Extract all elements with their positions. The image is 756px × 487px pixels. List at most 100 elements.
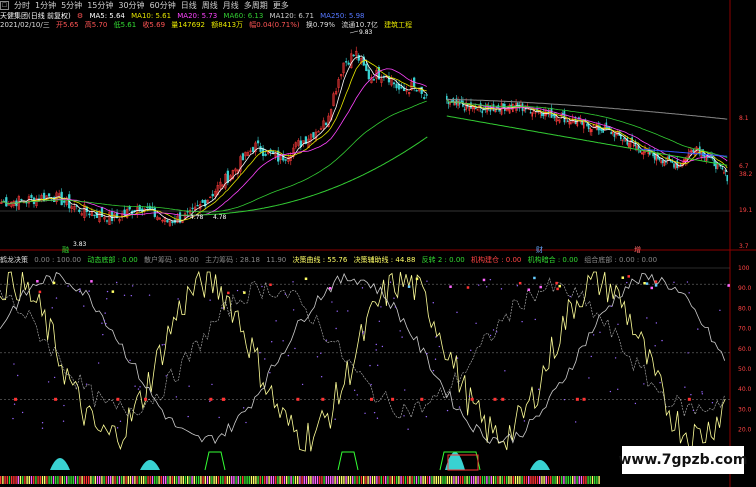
ind-red-marker bbox=[321, 397, 325, 401]
chart-canvas[interactable]: 9.83 3.83 4.78 4.78 8.1 6.738.2 19.1 3.7 融 财 增 100 9… bbox=[0, 0, 756, 487]
ind-top-marker bbox=[627, 275, 630, 278]
price-seg2-candle bbox=[668, 155, 670, 160]
bottom-color-bar bbox=[294, 476, 297, 484]
bottom-color-bar bbox=[90, 476, 92, 484]
toolbar-item-6[interactable]: 日线 bbox=[181, 0, 197, 11]
price-seg1-candle bbox=[93, 214, 96, 216]
bottom-color-bar bbox=[422, 476, 424, 484]
bottom-color-bar bbox=[468, 476, 470, 484]
bottom-color-bar bbox=[563, 476, 565, 484]
indicator-v7: 决策辅助线 : 44.88 bbox=[353, 256, 416, 264]
bottom-color-bar bbox=[145, 476, 147, 484]
bottom-color-bar bbox=[541, 476, 543, 484]
bottom-color-bar bbox=[495, 476, 497, 484]
ind-red-marker bbox=[296, 397, 300, 401]
ind-dot bbox=[590, 355, 592, 358]
bottom-color-bar bbox=[261, 476, 264, 484]
bottom-color-bar bbox=[523, 476, 525, 484]
bottom-color-bar bbox=[57, 476, 59, 484]
ma10-line-seg1 bbox=[1, 59, 427, 221]
toolbar-item-5[interactable]: 60分钟 bbox=[150, 0, 176, 11]
toolbar-item-1[interactable]: 1分钟 bbox=[35, 0, 56, 11]
toolbar-item-8[interactable]: 月线 bbox=[223, 0, 239, 11]
toolbar-item-0[interactable]: 分时 bbox=[14, 0, 30, 11]
bottom-color-bar bbox=[308, 476, 310, 484]
bottom-color-bar bbox=[112, 476, 114, 484]
toolbar-item-7[interactable]: 周线 bbox=[202, 0, 218, 11]
price-seg1-candle bbox=[259, 146, 262, 152]
ind-dot bbox=[353, 389, 356, 392]
bottom-color-bar bbox=[543, 476, 545, 484]
indicator-v8: 反转 2 : 0.00 bbox=[421, 256, 465, 264]
ind-top-marker bbox=[243, 291, 246, 294]
price-seg1-candle bbox=[392, 82, 396, 85]
right-axis-ind-label-1: 90.0 bbox=[738, 285, 752, 292]
bottom-color-bar bbox=[363, 476, 365, 484]
settings-icon[interactable]: ⚙ bbox=[77, 12, 83, 20]
ind-dot bbox=[643, 383, 645, 385]
toolbar-item-3[interactable]: 15分钟 bbox=[87, 0, 113, 11]
bottom-color-bar bbox=[486, 476, 488, 484]
bottom-color-bar bbox=[530, 476, 532, 484]
ind-red-marker bbox=[420, 397, 424, 401]
bottom-color-bar bbox=[343, 476, 345, 484]
price-seg1-candle bbox=[312, 132, 315, 138]
bottom-color-bar bbox=[299, 476, 301, 484]
toolbar-item-10[interactable]: 更多 bbox=[273, 0, 289, 11]
bottom-color-bar bbox=[512, 476, 514, 484]
bottom-color-bar bbox=[244, 476, 246, 484]
menu-icon[interactable]: ☐ bbox=[0, 1, 9, 10]
bottom-color-bar bbox=[598, 476, 600, 484]
bottom-color-bar bbox=[121, 476, 123, 484]
bottom-color-bar bbox=[437, 476, 440, 484]
price-seg1-candle bbox=[415, 90, 418, 92]
bottom-color-bar bbox=[228, 476, 231, 484]
price-seg1-candle bbox=[211, 193, 214, 197]
bottom-color-bar bbox=[250, 476, 253, 484]
ind-dot bbox=[103, 319, 106, 321]
bottom-color-bar bbox=[176, 476, 178, 484]
low-value: 低5.61 bbox=[113, 21, 137, 29]
bottom-color-bar bbox=[336, 476, 338, 484]
ind-dot bbox=[245, 421, 247, 424]
ind-top-marker bbox=[527, 288, 531, 291]
bottom-color-bar bbox=[459, 476, 462, 484]
ind-dot bbox=[12, 417, 14, 420]
bottom-color-bar bbox=[378, 476, 380, 484]
ind-dot bbox=[477, 284, 480, 286]
ind-red-marker bbox=[144, 397, 148, 401]
bottom-color-bar bbox=[4, 476, 6, 484]
ind-dot bbox=[470, 349, 472, 352]
bottom-color-bar bbox=[66, 476, 68, 484]
ind-dot bbox=[569, 295, 571, 298]
bottom-color-bar bbox=[226, 476, 228, 484]
indicator-v10: 机构暗合 : 0.00 bbox=[527, 256, 579, 264]
ind-dot bbox=[592, 334, 595, 336]
bottom-color-bar bbox=[275, 476, 277, 484]
ma120-value: MA120: 6.71 bbox=[269, 12, 314, 20]
ind-dot bbox=[362, 331, 365, 333]
ind-dot bbox=[407, 428, 409, 430]
bottom-color-bar bbox=[325, 476, 327, 484]
bottom-color-bar bbox=[92, 476, 94, 484]
toolbar-item-4[interactable]: 30分钟 bbox=[118, 0, 144, 11]
ind-dot bbox=[161, 344, 163, 346]
price-seg1-candle bbox=[372, 79, 376, 81]
bottom-color-bar bbox=[426, 476, 429, 484]
bottom-color-bar bbox=[39, 476, 41, 484]
bottom-color-bar bbox=[283, 476, 286, 484]
ind-dot bbox=[261, 285, 263, 288]
price-seg1-candle bbox=[100, 206, 104, 218]
bottom-color-bar bbox=[327, 476, 330, 484]
bottom-color-bar bbox=[534, 476, 536, 484]
bottom-color-bar bbox=[158, 476, 160, 484]
ind-dot bbox=[41, 427, 44, 429]
toolbar-item-9[interactable]: 多周期 bbox=[244, 0, 268, 11]
toolbar-item-2[interactable]: 5分钟 bbox=[61, 0, 82, 11]
bottom-color-bar bbox=[404, 476, 407, 484]
bottom-color-bar bbox=[475, 476, 477, 484]
bottom-color-bar bbox=[521, 476, 523, 484]
ind-dot bbox=[692, 409, 695, 412]
bottom-color-bar bbox=[578, 476, 580, 484]
mid-left-price-label: 4.78 bbox=[190, 214, 204, 221]
